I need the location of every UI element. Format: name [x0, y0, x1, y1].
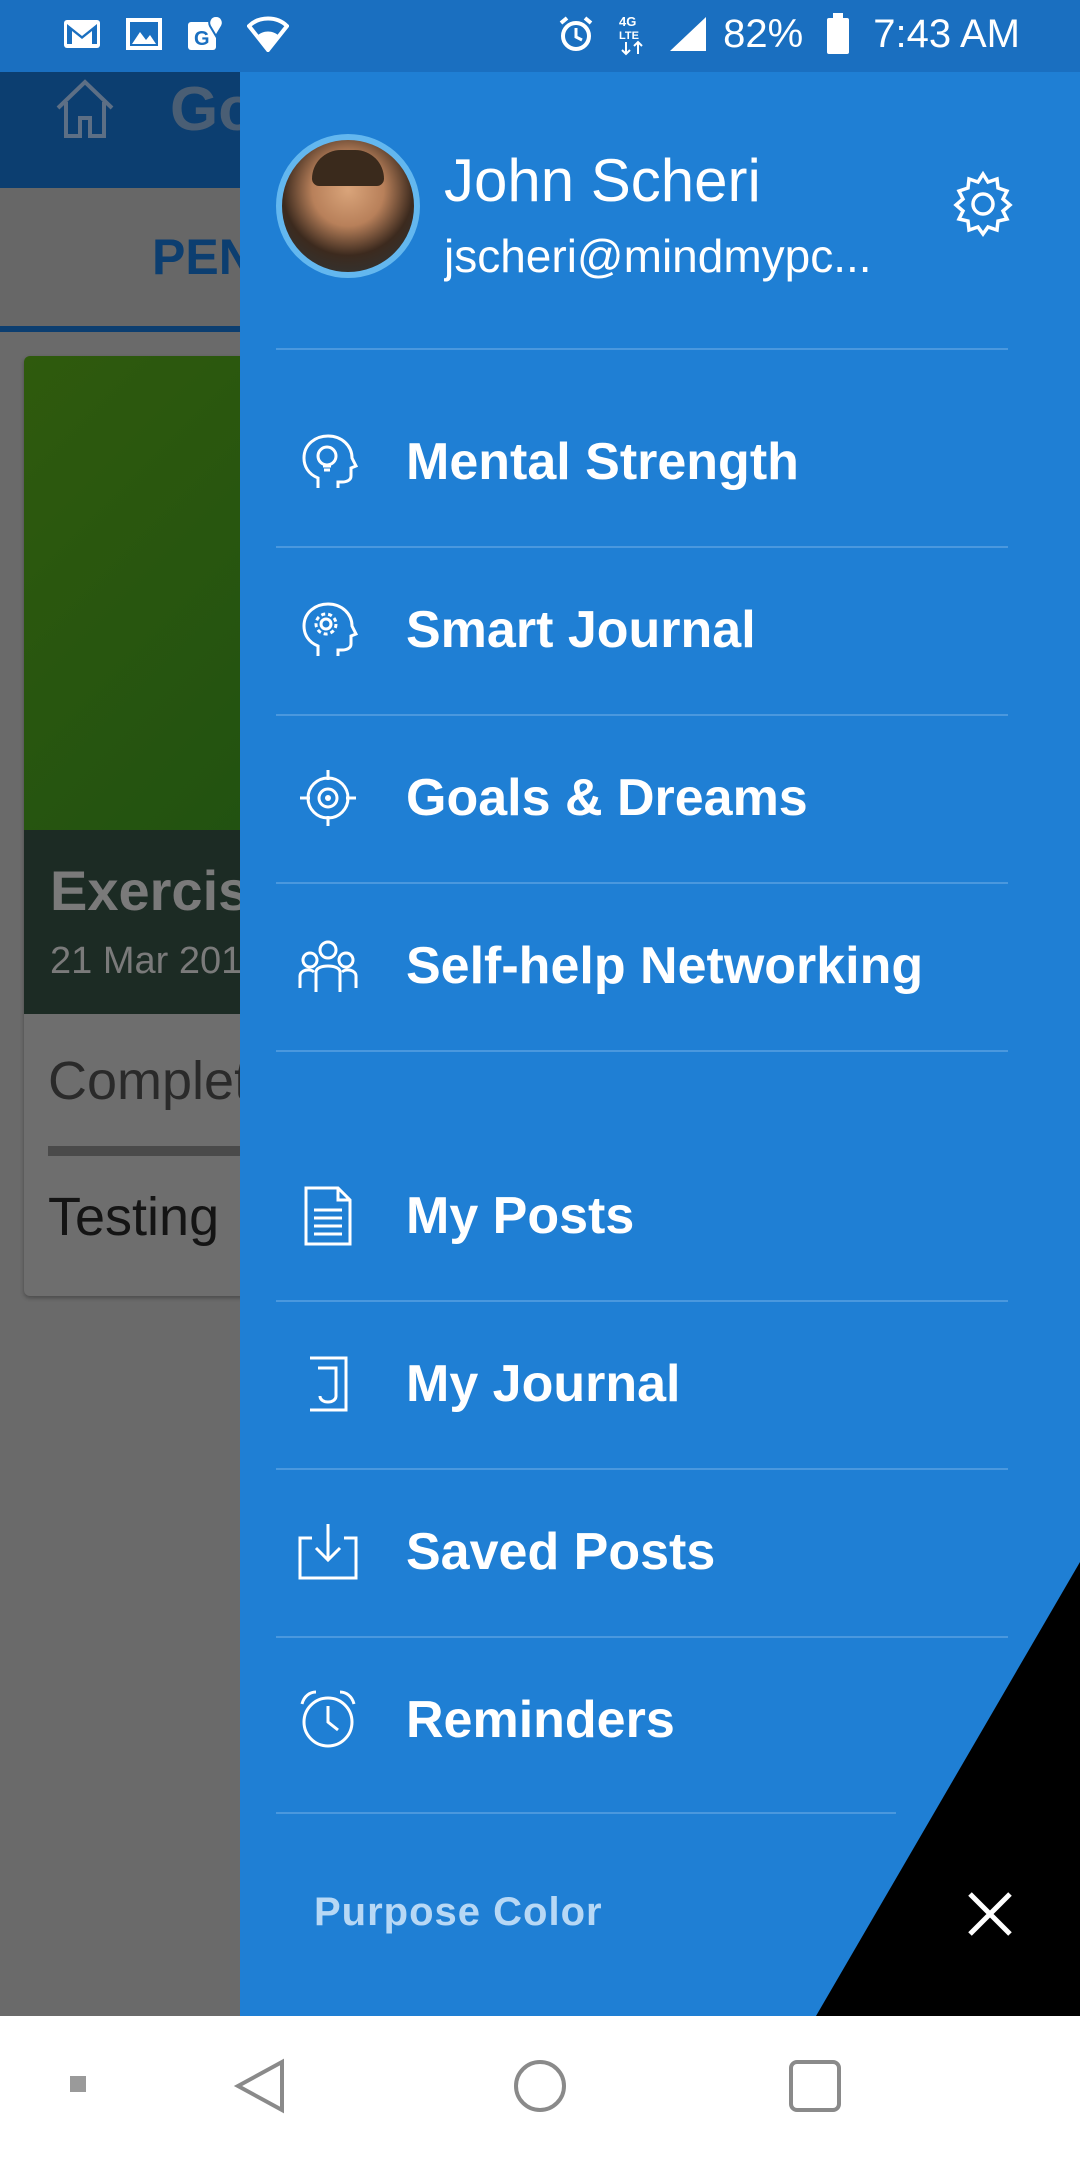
- navigation-bar: [0, 2016, 1080, 2160]
- menu-item-label: Self-help Networking: [406, 937, 924, 995]
- avatar[interactable]: [276, 134, 420, 278]
- people-group-icon: [296, 934, 360, 998]
- menu-item-label: My Journal: [406, 1355, 681, 1413]
- network-type-icon: 4G LTE: [611, 10, 653, 58]
- menu-item-my-journal[interactable]: My Journal: [276, 1300, 1008, 1468]
- wifi-icon: [246, 12, 290, 56]
- back-button[interactable]: [230, 2056, 290, 2116]
- divider: [276, 1050, 1008, 1052]
- menu-item-label: Mental Strength: [406, 433, 799, 491]
- journal-icon: [296, 1352, 360, 1416]
- gear-icon[interactable]: [948, 168, 1018, 238]
- gmail-icon: [60, 12, 104, 56]
- target-icon: [296, 766, 360, 830]
- navigation-drawer: John Scheri jscheri@mindmypc... Mental S…: [240, 72, 1080, 2016]
- menu-item-mental-strength[interactable]: Mental Strength: [276, 378, 1008, 546]
- alarm-icon: [555, 10, 597, 58]
- menu-item-label: Reminders: [406, 1691, 675, 1749]
- menu-item-label: Smart Journal: [406, 601, 756, 659]
- divider: [276, 348, 1008, 350]
- gear-head-icon: [296, 598, 360, 662]
- svg-text:4G: 4G: [619, 14, 636, 29]
- gallery-icon: [122, 12, 166, 56]
- card-status: Complet: [48, 1051, 250, 1111]
- card-note: Testing: [48, 1187, 220, 1247]
- card-date: 21 Mar 201: [50, 940, 243, 982]
- svg-text:LTE: LTE: [619, 30, 639, 42]
- close-icon[interactable]: [960, 1884, 1020, 1944]
- home-icon[interactable]: [50, 74, 120, 144]
- menu-item-reminders[interactable]: Reminders: [276, 1636, 1008, 1804]
- signal-icon: [667, 10, 709, 58]
- menu-item-my-posts[interactable]: My Posts: [276, 1132, 1008, 1300]
- divider: [276, 1812, 896, 1814]
- menu-item-label: Saved Posts: [406, 1523, 716, 1581]
- brand-logo: Purpose Color: [314, 1890, 603, 1934]
- home-button[interactable]: [510, 2056, 570, 2116]
- card-title: Exercis: [50, 859, 250, 922]
- lightbulb-head-icon: [296, 430, 360, 494]
- user-email: jscheri@mindmypc...: [444, 230, 872, 282]
- menu-item-self-help-networking[interactable]: Self-help Networking: [276, 882, 1008, 1050]
- menu-item-label: My Posts: [406, 1187, 635, 1245]
- overview-dot-button[interactable]: [50, 2056, 110, 2116]
- alarm-clock-icon: [296, 1688, 360, 1752]
- menu-item-saved-posts[interactable]: Saved Posts: [276, 1468, 1008, 1636]
- maps-icon: G: [184, 12, 228, 56]
- status-bar: G 4G LTE 82% 7:43 AM: [0, 0, 1080, 72]
- menu-item-smart-journal[interactable]: Smart Journal: [276, 546, 1008, 714]
- download-tray-icon: [296, 1520, 360, 1584]
- clock: 7:43 AM: [873, 11, 1020, 56]
- user-name: John Scheri: [444, 147, 761, 214]
- recents-button[interactable]: [785, 2056, 845, 2116]
- battery-icon: [817, 10, 859, 58]
- battery-percent: 82%: [723, 11, 804, 56]
- menu-item-label: Goals & Dreams: [406, 769, 808, 827]
- svg-text:G: G: [194, 28, 210, 50]
- menu-item-goals-dreams[interactable]: Goals & Dreams: [276, 714, 1008, 882]
- document-icon: [296, 1184, 360, 1248]
